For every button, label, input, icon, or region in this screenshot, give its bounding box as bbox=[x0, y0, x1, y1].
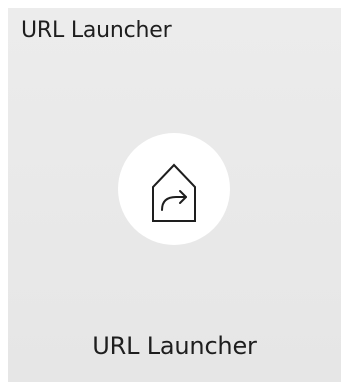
app-label: URL Launcher bbox=[92, 332, 257, 360]
app-icon-circle[interactable] bbox=[118, 133, 230, 245]
url-launcher-tile[interactable]: URL Launcher URL Launcher bbox=[8, 8, 341, 382]
url-launcher-house-icon bbox=[152, 163, 196, 222]
tile-title: URL Launcher bbox=[21, 18, 172, 43]
